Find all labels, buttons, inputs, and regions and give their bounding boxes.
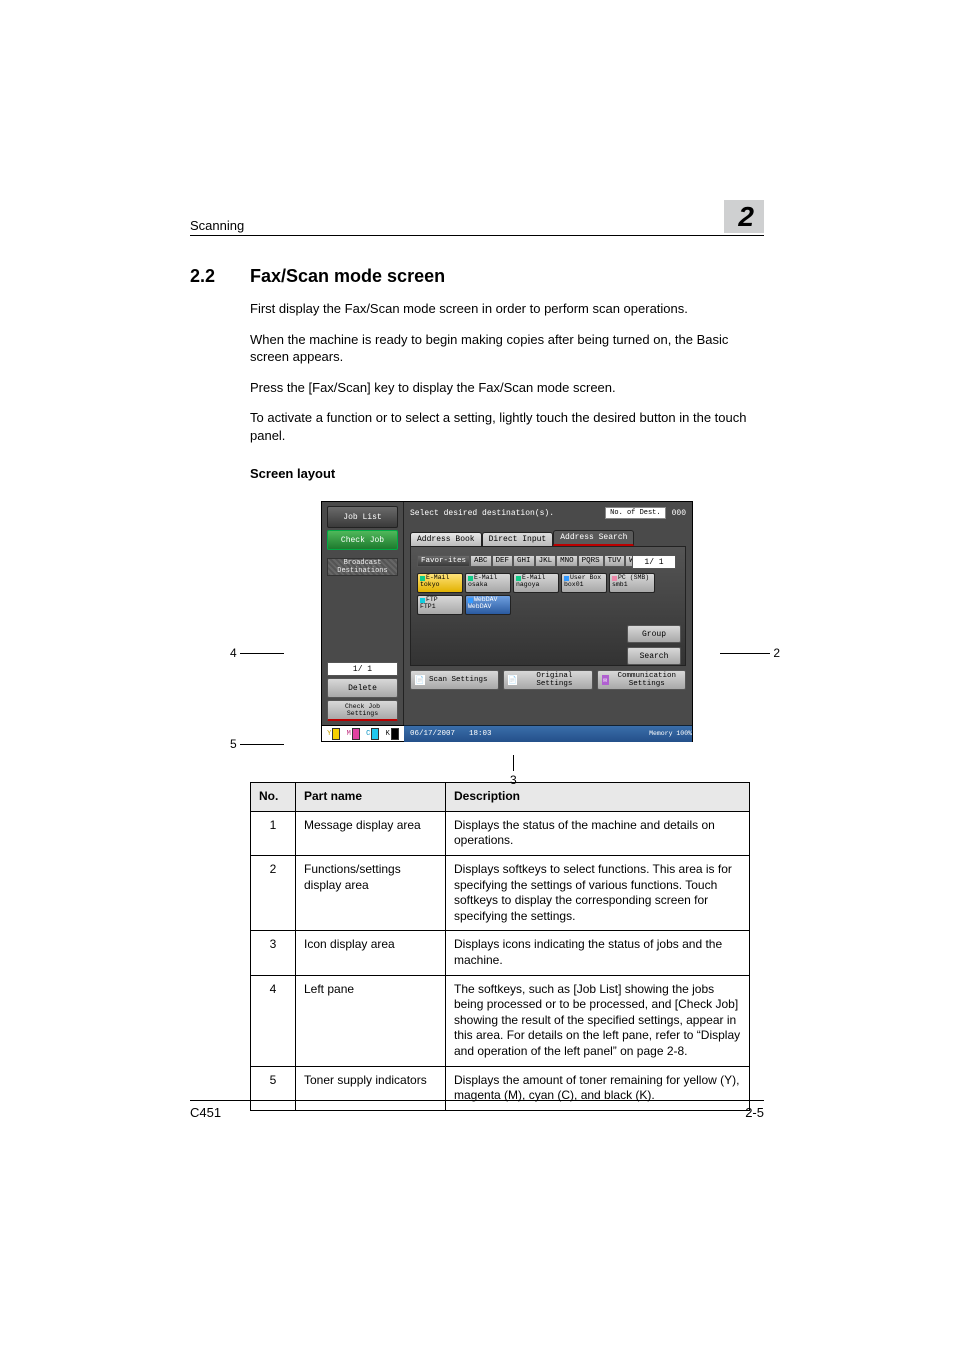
toner-bar-k (391, 728, 399, 740)
table-row: 4 Left pane The softkeys, such as [Job L… (251, 975, 750, 1066)
toner-indicators: Y M C K (322, 725, 404, 741)
screenshot-footer: Y M C K 06/17/2007 18:03 Memory 100% (322, 725, 692, 741)
status-bar: 06/17/2007 18:03 Memory 100% (404, 725, 692, 742)
paragraph: When the machine is ready to begin makin… (250, 331, 764, 366)
th-part: Part name (296, 783, 446, 812)
alpha-favorites[interactable]: Favor-ites (417, 555, 470, 567)
status-memory-pct: 100% (676, 730, 692, 737)
address-entry[interactable]: E-Mailnagoya (513, 573, 559, 593)
right-page-indicator: 1/ 1 (632, 555, 676, 569)
paragraph: Press the [Fax/Scan] key to display the … (250, 379, 764, 397)
left-pane: Job List Check Job Broadcast Destination… (322, 502, 404, 725)
alpha-ghi[interactable]: GHI (513, 555, 535, 567)
table-row: 3 Icon display area Displays icons indic… (251, 931, 750, 975)
alpha-tuv[interactable]: TUV (604, 555, 626, 567)
th-no: No. (251, 783, 296, 812)
address-entry[interactable]: User Boxbox01 (561, 573, 607, 593)
subheading: Screen layout (250, 466, 764, 481)
running-header: Scanning 2 (190, 200, 764, 236)
toner-bar-c (371, 728, 379, 740)
group-button[interactable]: Group (627, 625, 681, 643)
paragraph: To activate a function or to select a se… (250, 409, 764, 444)
alpha-def[interactable]: DEF (492, 555, 514, 567)
fax-scan-screenshot: Job List Check Job Broadcast Destination… (321, 501, 693, 742)
footer-page: 2-5 (745, 1105, 764, 1120)
doc-icon: 📄 (415, 675, 425, 685)
delete-button[interactable]: Delete (327, 678, 398, 698)
alpha-pqrs[interactable]: PQRS (578, 555, 604, 567)
status-date: 06/17/2007 (410, 730, 455, 738)
message-bar: Select desired destination(s). No. of De… (404, 502, 692, 524)
alpha-abc[interactable]: ABC (470, 555, 492, 567)
comm-icon: ✉ (602, 675, 609, 685)
tab-original-settings[interactable]: 📄Original Settings (503, 670, 592, 690)
table-row: 2 Functions/settings display area Displa… (251, 856, 750, 931)
check-job-button[interactable]: Check Job (327, 530, 398, 550)
tab-scan-settings[interactable]: 📄Scan Settings (410, 670, 499, 690)
chapter-badge: 2 (724, 200, 764, 233)
alpha-jkl[interactable]: JKL (535, 555, 557, 567)
search-button[interactable]: Search (627, 647, 681, 665)
paragraph: First display the Fax/Scan mode screen i… (250, 300, 764, 318)
toner-bar-m (352, 728, 360, 740)
message-text: Select desired destination(s). (410, 509, 605, 518)
tab-content: Favor-ites ABC DEF GHI JKL MNO PQRS TUV … (410, 546, 686, 666)
broadcast-destinations: Broadcast Destinations (327, 558, 398, 576)
callout-3: 3 (510, 773, 517, 787)
address-entry[interactable]: E-Mailtokyo (417, 573, 463, 593)
figure: 1 2 3 4 5 Job List Check Job Broadcast (250, 501, 764, 742)
status-memory-label: Memory (649, 730, 672, 737)
callout-4: 4 (230, 646, 237, 660)
dest-count-label: No. of Dest. (605, 507, 665, 519)
job-list-button[interactable]: Job List (327, 506, 398, 528)
check-job-settings-button[interactable]: Check Job Settings (327, 700, 398, 721)
callout-5: 5 (230, 737, 237, 751)
main-tabs: Address Book Direct Input Address Search (404, 528, 692, 546)
tab-communication-settings[interactable]: ✉Communication Settings (597, 670, 686, 690)
section-title: 2.2Fax/Scan mode screen (190, 266, 764, 287)
bottom-tabs: 📄Scan Settings 📄Original Settings ✉Commu… (410, 670, 686, 690)
left-page-indicator: 1/ 1 (327, 662, 398, 676)
status-time: 18:03 (469, 730, 492, 738)
dest-count: 000 (672, 509, 686, 518)
page-footer: C451 2-5 (190, 1100, 764, 1120)
toner-bar-y (332, 728, 340, 740)
th-desc: Description (446, 783, 750, 812)
tab-direct-input[interactable]: Direct Input (482, 532, 554, 546)
tab-address-book[interactable]: Address Book (410, 532, 482, 546)
address-entry[interactable]: E-Mailosaka (465, 573, 511, 593)
footer-model: C451 (190, 1105, 221, 1120)
tab-address-search[interactable]: Address Search (553, 530, 634, 546)
doc-icon: 📄 (508, 675, 517, 685)
table-row: 1 Message display area Displays the stat… (251, 811, 750, 855)
address-entry[interactable]: FTPFTP1 (417, 595, 463, 615)
alpha-mno[interactable]: MNO (556, 555, 578, 567)
callout-2: 2 (773, 646, 780, 660)
header-section: Scanning (190, 218, 244, 233)
parts-table: No. Part name Description 1 Message disp… (250, 782, 750, 1111)
address-entry[interactable]: WebDAVWebDAV (465, 595, 511, 615)
